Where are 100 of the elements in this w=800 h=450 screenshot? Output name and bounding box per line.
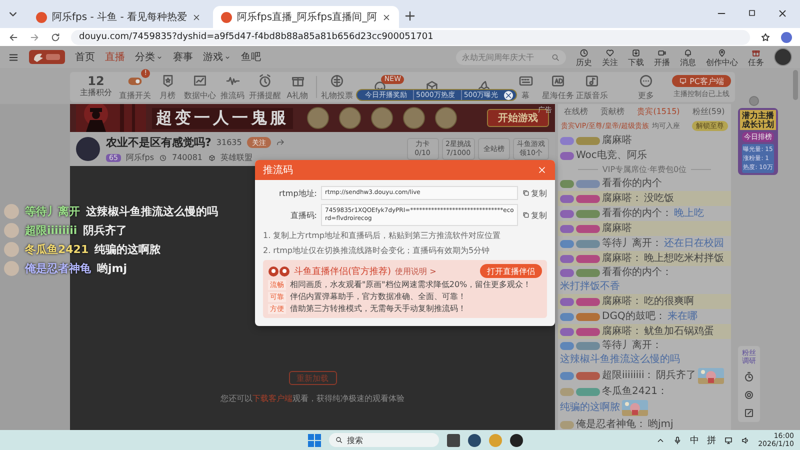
chat-username[interactable]: 腐麻嗒： [602,192,642,204]
category-link[interactable]: 英雄联盟 [220,152,253,163]
nav-link[interactable]: 首页 [75,50,95,64]
copy-button[interactable]: 复制 [522,210,547,220]
app-logo-icon [268,266,290,276]
forward-icon[interactable] [29,32,40,42]
chat-message: 鱿鱼加石锅鸡蛋 [644,326,714,338]
input-method[interactable]: 中 [690,434,700,446]
prize-icon [307,107,329,129]
chat-username[interactable]: 看看你的内个 [602,178,662,190]
scrollbar[interactable] [793,70,798,100]
toolbar-item[interactable]: 星海任务 [541,73,575,101]
close-icon[interactable] [382,12,392,22]
chat-username[interactable]: 等待丿离开： [602,340,662,352]
header-action[interactable]: 开播 [654,48,670,66]
chat-username[interactable]: 看看你的内个： [602,267,672,279]
header-action[interactable]: 任务 [748,48,764,66]
address-bar[interactable]: douyu.com/7459835?dyshid=a9f5d47-f4bd8b88a85a81b656d23cc900051701 [71,30,750,44]
maximize-icon[interactable] [747,8,757,18]
viewer-count: 740081 [172,153,203,162]
edit-icon[interactable] [743,407,755,419]
chat-username[interactable]: 冬瓜鱼2421： [602,386,668,398]
field-label: rtmp地址: [278,188,317,198]
app-icon[interactable] [510,434,523,446]
search-field[interactable]: 永劫无间周年庆大干 [456,50,566,64]
toolbar-item[interactable]: A礼物 [282,73,313,101]
nav-link[interactable]: 分类 [135,50,163,64]
share-icon[interactable] [276,138,285,147]
browser-tab[interactable]: 阿乐fps - 斗鱼 - 看见每种热爱 [28,6,210,28]
header-action[interactable]: 消息 [680,48,696,66]
chat-username[interactable]: 腐麻嗒 [602,134,632,146]
nav-link[interactable]: 直播 [105,50,125,64]
close-icon[interactable] [777,8,788,19]
help-link[interactable]: 使用说明 > [395,266,436,276]
header-action[interactable]: 历史 [576,48,592,66]
input-method[interactable]: 拼 [707,434,716,446]
star-icon[interactable] [760,32,771,42]
header-action[interactable]: 下载 [628,48,644,66]
score-label[interactable]: 主播积分 [80,87,112,99]
chat-username[interactable]: 超限iiiiiiii： [602,370,654,382]
toolbar-item[interactable]: 幕 [510,73,541,101]
field-label: 直播码: [289,210,317,220]
nav-link[interactable]: 鱼吧 [241,50,261,64]
toolbar-item[interactable]: 开播提醒 [248,73,282,101]
chat-message: 吃的很爽啊 [644,296,694,308]
target-icon[interactable] [743,389,755,401]
toolbar-item[interactable]: 推流码 [217,73,248,101]
chat-username[interactable]: 腐麻嗒： [602,326,642,338]
header-action[interactable]: 关注 [602,48,618,66]
site-logo [29,50,65,64]
chat-username[interactable]: 腐麻嗒 [602,222,632,234]
menu-icon[interactable] [8,52,19,62]
plus-icon[interactable] [403,9,418,23]
chat-username[interactable]: 等待丿离开： [602,238,662,250]
score-value: 12 [88,75,104,87]
open-app-button[interactable]: 打开直播伴侣 [480,264,542,278]
chat-tab[interactable]: 在线榜 [564,106,588,117]
chat-username[interactable]: DGQ的鼓吧： [602,310,666,322]
chat-username[interactable]: 腐麻嗒： [602,252,642,264]
streamer-name[interactable]: 阿乐fps [126,152,154,163]
toolbar-item[interactable]: 数据中心 [183,73,217,101]
chat-username[interactable]: 俺是忍者神龟： [576,418,646,430]
timer-icon[interactable] [743,371,755,383]
close-icon[interactable] [192,12,202,22]
chat-username[interactable]: 看看你的内个： [602,208,672,220]
copy-button[interactable]: 复制 [522,188,547,198]
follower-count: 31635 [216,138,242,147]
monitor-icon[interactable] [724,436,734,444]
search-icon[interactable] [551,52,560,62]
taskbar-search[interactable]: 搜索 [329,433,439,447]
chat-username[interactable]: 腐麻嗒： [602,296,642,308]
chat-tab[interactable]: 粉丝(59) [692,106,725,117]
close-icon[interactable] [504,90,514,100]
toolbar-item[interactable]: 月榜 [152,73,183,101]
prize-icon [403,107,425,129]
danmu-message: 哟jmj [97,261,128,276]
speaker-icon[interactable] [741,436,750,444]
copy-icon [522,189,530,197]
header-action[interactable]: 创作中心 [706,48,738,66]
feature-text: 借助第三方转推模式，无需每天手动复制推流码！ [290,304,466,314]
more-button[interactable]: 更多 [630,73,662,101]
reload-icon[interactable] [50,32,61,42]
chat-username[interactable]: Woc电竞、阿乐 [576,150,647,162]
pc-client-button[interactable]: PC客户端 [672,75,731,87]
dialog-title: 推流码 [263,164,293,177]
profile-icon[interactable] [781,32,792,42]
user-avatar[interactable] [774,48,792,66]
microphone-icon[interactable] [673,436,682,444]
toolbar-item[interactable]: 礼物投票 [320,73,354,101]
browser-tab[interactable]: 阿乐fps直播_阿乐fps直播间_阿 [213,6,400,28]
download-icon [631,48,641,58]
chat-tab[interactable]: 贵宾(1515) [637,106,680,117]
toolbar-item[interactable]: 正版音乐 [575,73,609,101]
danmu-message: 纯骗的这啊脓 [94,242,161,257]
instruction-text: 1. 复制上方rtmp地址和直播码后，粘贴到第三方推流软件对应位置 [263,230,502,241]
nav-link[interactable]: 游戏 [203,50,231,64]
nav-link[interactable]: 赛事 [173,50,193,64]
chat-message: 这辣椒斗鱼推流这么慢的吗 [560,354,680,366]
chat-tab[interactable]: 贡献榜 [600,106,625,117]
back-icon[interactable] [8,32,19,42]
